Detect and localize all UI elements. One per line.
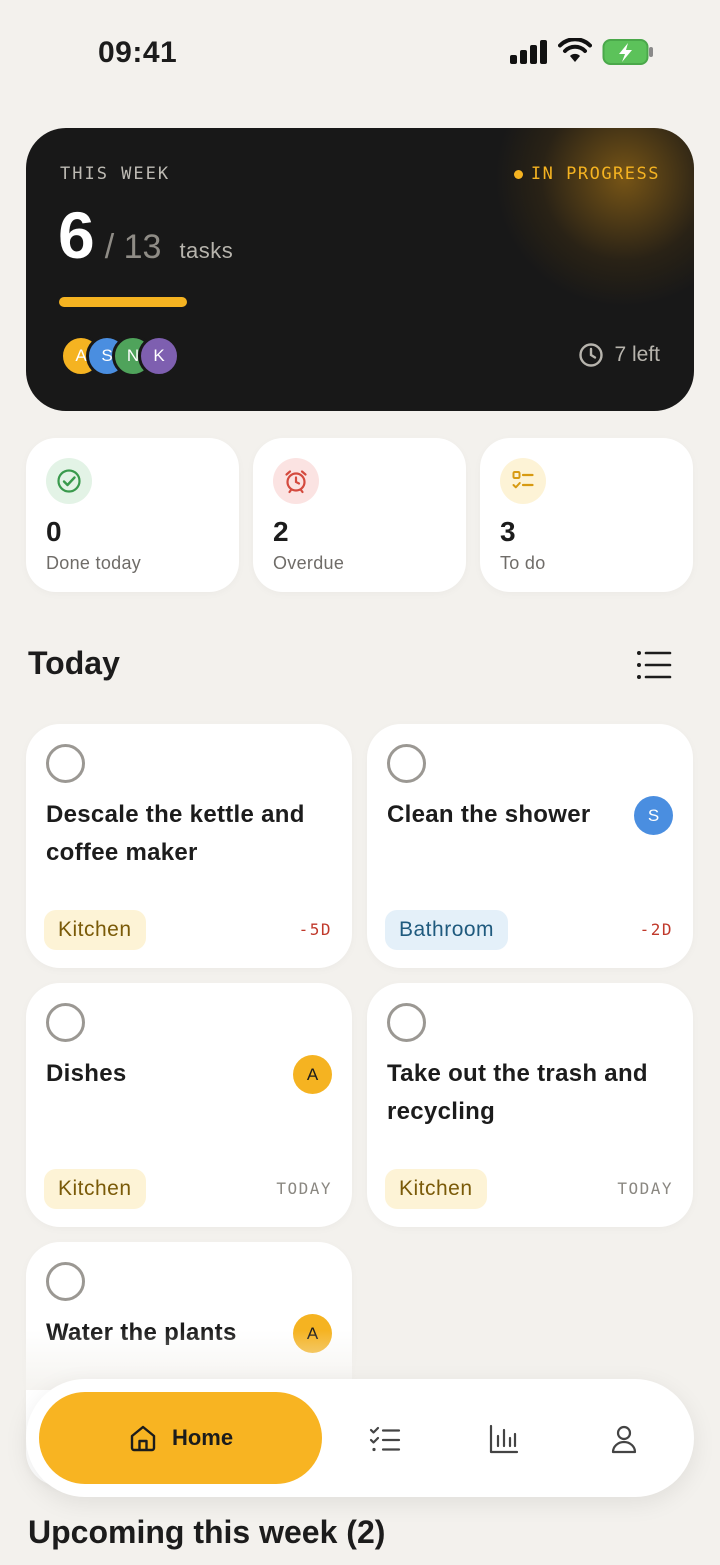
stat-card-to-do[interactable]: 3 To do — [480, 438, 693, 592]
hero-period-label: THIS WEEK — [60, 164, 171, 184]
tasks-total-count: / 13 — [104, 228, 162, 266]
due-label: TODAY — [276, 1179, 332, 1198]
task-checkbox[interactable] — [46, 1262, 85, 1301]
task-title: Clean the shower — [387, 801, 591, 828]
task-checkbox[interactable] — [387, 1003, 426, 1042]
task-count: 6 / 13 tasks — [58, 202, 233, 268]
home-icon — [130, 1425, 156, 1452]
stat-value: 2 — [273, 516, 289, 547]
clock-icon — [579, 343, 604, 367]
assignee-avatar[interactable]: A — [293, 1055, 332, 1094]
nav-home-label: Home — [171, 1425, 234, 1450]
tasks-icon — [369, 1426, 401, 1452]
status-dot — [513, 169, 523, 179]
stat-label: To do — [500, 553, 546, 573]
nav-profile-button[interactable] — [604, 1419, 644, 1459]
battery-icon — [602, 39, 653, 65]
assignee-avatar[interactable]: S — [634, 796, 673, 835]
list-view-icon[interactable] — [636, 650, 672, 680]
status-bar: 09:41 — [0, 0, 720, 100]
room-tag: Kitchen — [44, 1169, 146, 1209]
task-title: Take out the trash and recycling — [387, 1060, 648, 1125]
check-circle-icon — [57, 469, 81, 493]
task-card[interactable]: Dishes A Kitchen TODAY — [26, 983, 352, 1227]
status-time: 09:41 — [98, 36, 178, 69]
room-tag: Kitchen — [385, 1169, 487, 1209]
tasks-remaining-text: 7 left — [614, 343, 660, 366]
alarm-clock-icon — [285, 470, 307, 494]
weekly-progress-fill — [59, 297, 188, 307]
task-card[interactable]: Take out the trash and recycling Kitchen… — [367, 983, 693, 1227]
room-tag: Kitchen — [44, 910, 146, 950]
bottom-navigation: Home — [26, 1379, 694, 1497]
nav-home-button[interactable]: Home — [39, 1392, 322, 1484]
weekly-progress-bar — [59, 297, 337, 307]
task-card[interactable]: Clean the shower S Bathroom -2D — [367, 724, 693, 968]
nav-tasks-button[interactable] — [365, 1419, 405, 1459]
stat-card-overdue[interactable]: 2 Overdue — [253, 438, 466, 592]
tasks-done-count: 6 — [58, 198, 95, 272]
checklist-icon — [512, 471, 534, 489]
stat-label: Overdue — [273, 553, 345, 573]
task-checkbox[interactable] — [46, 744, 85, 783]
task-card[interactable]: Descale the kettle and coffee maker Kitc… — [26, 724, 352, 968]
nav-stats-button[interactable] — [484, 1419, 524, 1459]
today-section-title: Today — [28, 645, 120, 681]
member-avatar[interactable]: K — [138, 335, 180, 377]
status-text: IN PROGRESS — [530, 164, 660, 184]
stats-icon — [489, 1424, 519, 1454]
stat-label: Done today — [46, 553, 142, 573]
profile-icon — [611, 1425, 637, 1454]
stat-value: 3 — [500, 516, 516, 547]
progress-status-badge: IN PROGRESS — [513, 164, 660, 184]
signal-icon — [510, 40, 547, 64]
weekly-summary-card[interactable]: THIS WEEK IN PROGRESS 6 / 13 tasks ASNK … — [26, 128, 694, 411]
due-label: -5D — [298, 920, 332, 939]
task-checkbox[interactable] — [387, 744, 426, 783]
task-checkbox[interactable] — [46, 1003, 85, 1042]
upcoming-section-title: Upcoming this week (2) — [28, 1514, 386, 1550]
stat-icon-bg — [500, 458, 546, 504]
stat-icon-bg — [273, 458, 319, 504]
stat-value: 0 — [46, 516, 62, 547]
hero-glow — [494, 128, 694, 308]
room-tag: Bathroom — [385, 910, 509, 950]
task-title: Dishes — [46, 1060, 127, 1087]
tasks-unit-label: tasks — [179, 238, 234, 263]
stat-icon-bg — [46, 458, 92, 504]
task-title: Descale the kettle and coffee maker — [46, 801, 305, 866]
wifi-icon — [558, 38, 592, 62]
stat-card-done-today[interactable]: 0 Done today — [26, 438, 239, 592]
tasks-remaining: 7 left — [578, 342, 660, 368]
due-label: -2D — [639, 920, 673, 939]
due-label: TODAY — [617, 1179, 673, 1198]
